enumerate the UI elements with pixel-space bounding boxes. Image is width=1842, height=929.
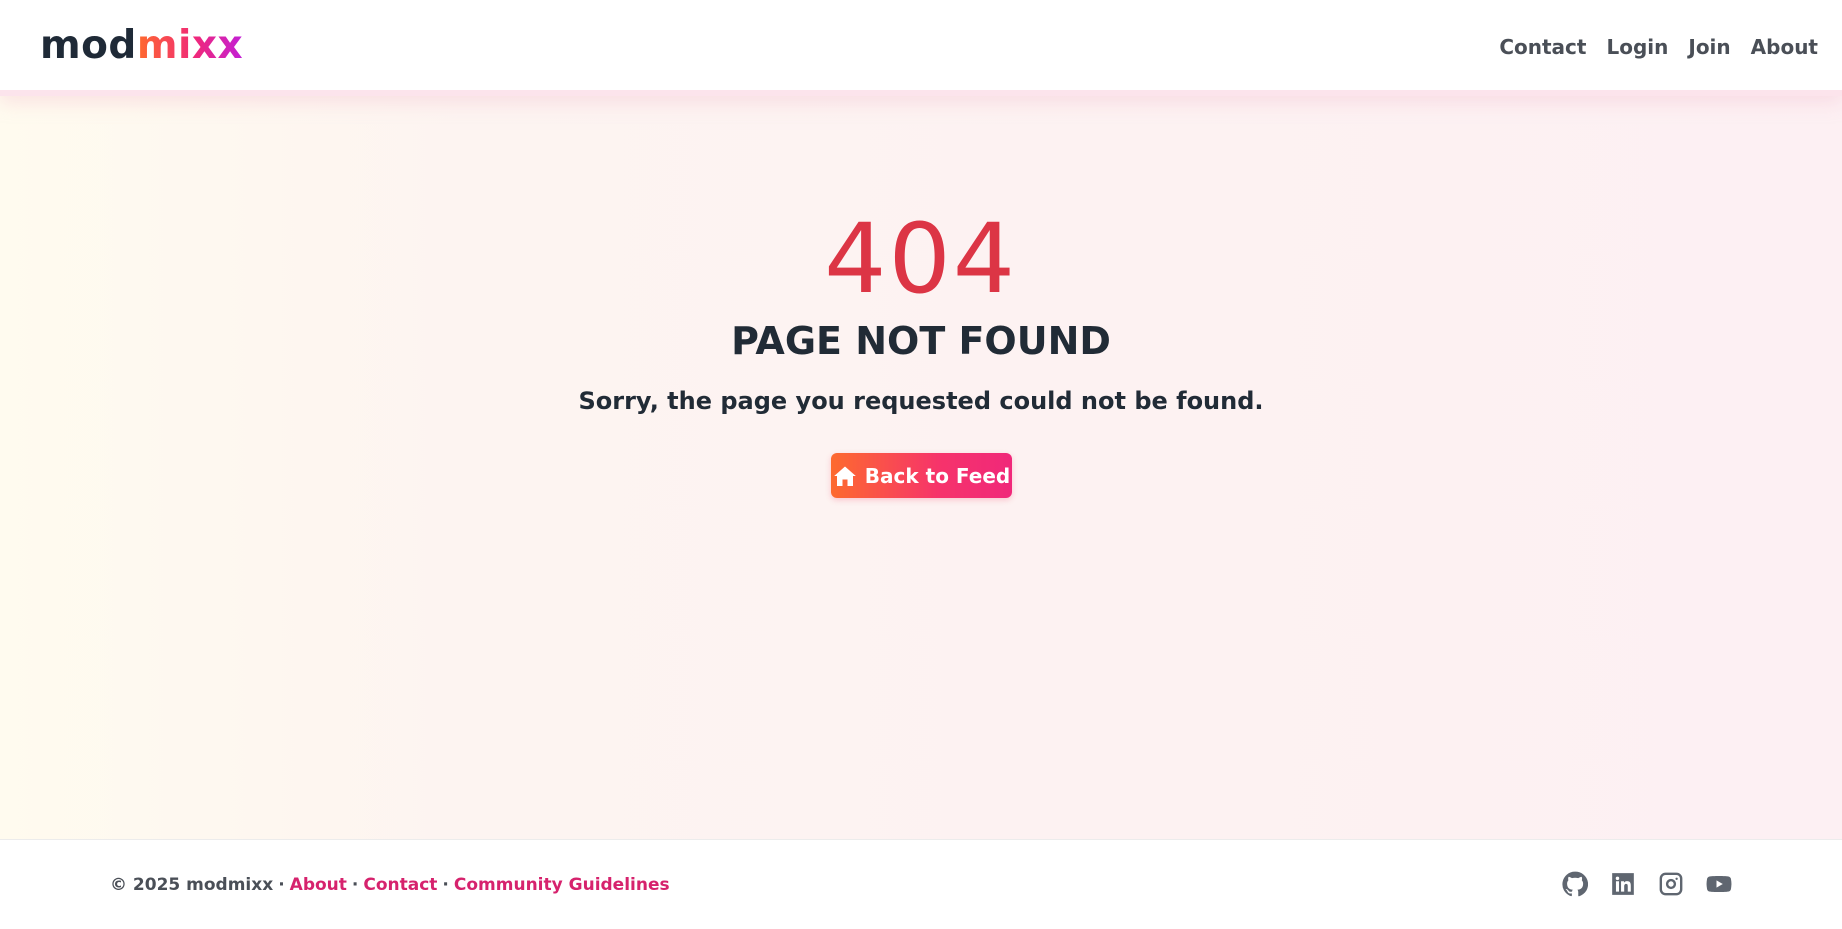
error-message: Sorry, the page you requested could not … (578, 387, 1264, 415)
github-icon[interactable] (1562, 871, 1588, 897)
nav-link-join[interactable]: Join (1688, 34, 1730, 60)
linkedin-icon[interactable] (1610, 871, 1636, 897)
site-logo[interactable]: modmixx (40, 22, 243, 70)
site-footer: © 2025 modmixx · About · Contact · Commu… (0, 839, 1842, 929)
footer-links: © 2025 modmixx · About · Contact · Commu… (110, 874, 670, 896)
instagram-icon[interactable] (1658, 871, 1684, 897)
footer-link-contact[interactable]: Contact (363, 874, 437, 896)
site-header: modmixx Contact Login Join About (0, 0, 1842, 96)
back-to-feed-button[interactable]: Back to Feed (831, 453, 1012, 498)
footer-separator: · (442, 875, 449, 895)
footer-separator: · (278, 875, 285, 895)
back-to-feed-label: Back to Feed (864, 463, 1011, 488)
footer-separator: · (351, 875, 359, 895)
home-icon (833, 466, 856, 486)
footer-link-community-guidelines[interactable]: Community Guidelines (454, 874, 670, 896)
page-title: PAGE NOT FOUND (731, 319, 1111, 363)
main-content: 404 PAGE NOT FOUND Sorry, the page you r… (0, 96, 1842, 839)
logo-text-mixx: mixx (136, 23, 244, 68)
nav-link-about[interactable]: About (1751, 34, 1818, 60)
footer-link-about[interactable]: About (290, 874, 347, 896)
main-nav: Contact Login Join About (1499, 34, 1818, 60)
nav-link-login[interactable]: Login (1606, 34, 1668, 60)
youtube-icon[interactable] (1706, 871, 1732, 897)
error-code: 404 (0, 204, 1842, 314)
error-code-text: 404 (824, 203, 1018, 315)
nav-link-contact[interactable]: Contact (1499, 34, 1586, 60)
social-links (1562, 871, 1732, 897)
logo-text-mod: mod (40, 23, 137, 68)
copyright-text: © 2025 modmixx (110, 875, 274, 895)
